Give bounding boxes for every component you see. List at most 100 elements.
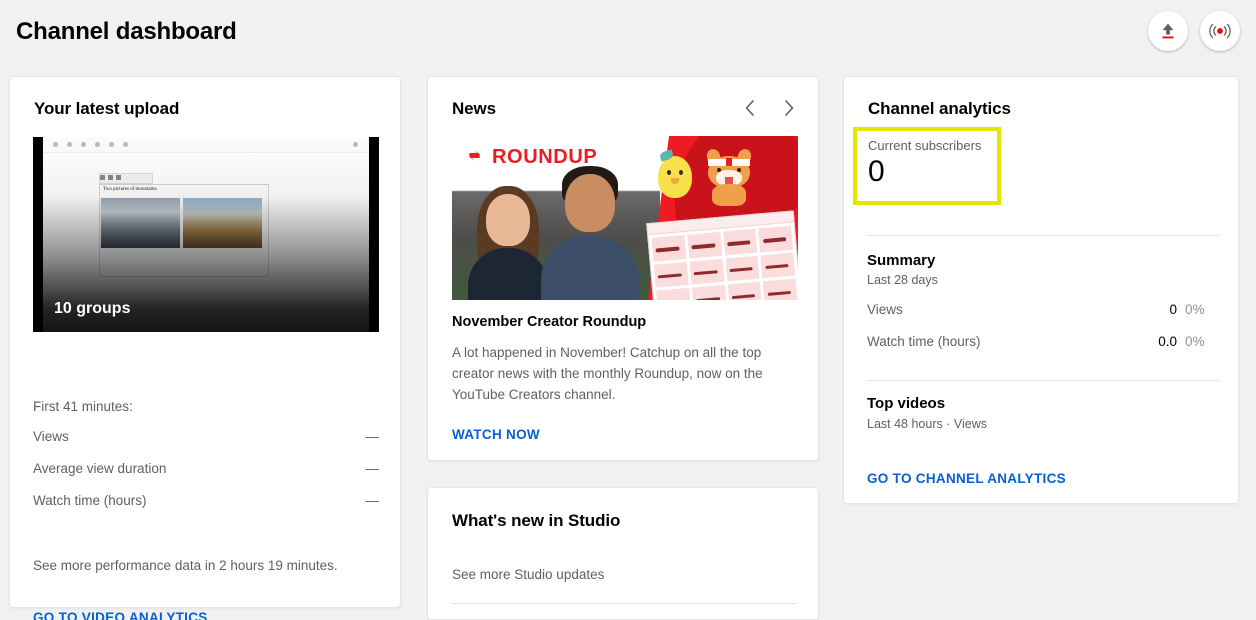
whats-new-divider bbox=[452, 603, 796, 604]
shiba-eye-left bbox=[717, 168, 721, 172]
news-next-button[interactable] bbox=[778, 97, 800, 119]
channel-analytics-title: Channel analytics bbox=[868, 99, 1011, 118]
broadcast-icon bbox=[1209, 23, 1231, 39]
go-live-button[interactable] bbox=[1200, 11, 1240, 51]
editor-toolbar bbox=[43, 137, 369, 153]
block-toolbar-icons bbox=[100, 175, 121, 180]
metric-row-views: Views — bbox=[33, 426, 379, 446]
calendar-grid bbox=[651, 225, 798, 300]
news-thumbnail[interactable]: ROUNDUP bbox=[452, 136, 798, 300]
editor-blocks-icon bbox=[123, 142, 128, 147]
calendar-cell bbox=[725, 255, 760, 282]
chevron-right-icon bbox=[784, 100, 793, 116]
news-body-text: A lot happened in November! Catchup on a… bbox=[452, 345, 763, 403]
metric-label: Watch time (hours) bbox=[33, 492, 147, 508]
upload-icon bbox=[1162, 23, 1174, 39]
editor-redo-icon bbox=[95, 142, 100, 147]
calendar-cell bbox=[762, 278, 798, 300]
shiba-eye-right bbox=[737, 168, 741, 172]
metric-value: — bbox=[365, 492, 380, 508]
thumbnail-overlay-label: 10 groups bbox=[54, 300, 131, 317]
man-torso bbox=[541, 236, 639, 300]
whats-new-card: What's new in Studio See more Studio upd… bbox=[427, 487, 819, 620]
editor-info-icon bbox=[109, 142, 114, 147]
page-header: Channel dashboard bbox=[0, 0, 1256, 66]
latest-upload-card: Your latest upload Two pictures of mount… bbox=[9, 76, 401, 620]
analytics-divider-bottom bbox=[867, 380, 1219, 381]
document-caption: Two pictures of mountains. bbox=[103, 187, 158, 192]
chick-beak bbox=[671, 178, 679, 184]
news-headline[interactable]: November Creator Roundup bbox=[452, 314, 798, 330]
chick-eye-right bbox=[679, 170, 683, 175]
summary-row-label: Views bbox=[867, 302, 903, 317]
calendar-cell bbox=[758, 225, 794, 253]
go-to-video-analytics-link[interactable]: GO TO VIDEO ANALYTICS bbox=[33, 610, 208, 620]
dashboard-page: Channel dashboard Your latest upload Two… bbox=[0, 0, 1256, 620]
summary-row-views: Views 0 0% bbox=[867, 302, 1219, 320]
thumbnail-right-bar bbox=[369, 137, 379, 332]
editor-back-icon bbox=[53, 142, 58, 147]
news-navigation bbox=[738, 97, 800, 119]
metric-label: Views bbox=[33, 428, 69, 444]
top-videos-title: Top videos bbox=[867, 395, 946, 412]
editor-undo-icon bbox=[81, 142, 86, 147]
metric-row-avg-view-duration: Average view duration — bbox=[33, 458, 379, 478]
calendar-cell bbox=[760, 252, 796, 279]
mountain-photo-left bbox=[101, 198, 180, 248]
calendar-cell bbox=[689, 258, 725, 285]
performance-note: See more performance data in 2 hours 19 … bbox=[33, 558, 338, 573]
channel-analytics-card: Channel analytics Current subscribers 0 … bbox=[843, 76, 1239, 504]
header-actions bbox=[1148, 11, 1240, 51]
page-title: Channel dashboard bbox=[16, 18, 237, 45]
news-person-man bbox=[538, 162, 642, 300]
watch-now-link[interactable]: WATCH NOW bbox=[452, 427, 540, 442]
summary-row-percent: 0% bbox=[1185, 334, 1205, 349]
summary-title: Summary bbox=[867, 252, 936, 269]
metric-value: — bbox=[365, 428, 380, 444]
summary-row-watch-time: Watch time (hours) 0.0 0% bbox=[867, 334, 1219, 352]
latest-upload-title: Your latest upload bbox=[34, 99, 180, 118]
roundup-logo-icon bbox=[468, 150, 481, 161]
chick-leaf bbox=[659, 149, 674, 162]
latest-upload-thumbnail[interactable]: Two pictures of mountains. 10 groups bbox=[33, 137, 379, 332]
metric-label: Average view duration bbox=[33, 460, 167, 476]
calendar-cell bbox=[651, 235, 687, 262]
chick-eye-left bbox=[667, 170, 671, 175]
analytics-divider-top bbox=[867, 235, 1219, 236]
summary-row-value: 0 bbox=[1169, 302, 1177, 317]
current-subscribers-label: Current subscribers bbox=[868, 138, 982, 153]
calendar-cell bbox=[687, 231, 722, 259]
top-videos-subtitle: Last 48 hours · Views bbox=[867, 417, 987, 431]
upload-video-button[interactable] bbox=[1148, 11, 1188, 51]
roundup-wordmark: ROUNDUP bbox=[492, 146, 598, 168]
calendar-cell bbox=[722, 228, 758, 256]
first-minutes-label: First 41 minutes: bbox=[33, 399, 133, 414]
editor-add-icon bbox=[67, 142, 72, 147]
calendar-cell bbox=[656, 288, 691, 300]
summary-row-value: 0.0 bbox=[1158, 334, 1177, 349]
calendar-cell bbox=[653, 261, 689, 288]
calendar-cell bbox=[727, 281, 763, 300]
thumbnail-left-bar bbox=[33, 137, 43, 332]
news-title: News bbox=[452, 99, 497, 118]
woman-face bbox=[486, 194, 530, 246]
news-card: News ROUNDUP November Creator Roundup A … bbox=[427, 76, 819, 461]
summary-row-percent: 0% bbox=[1185, 302, 1205, 317]
calendar-cell bbox=[691, 285, 727, 300]
editor-settings-icon bbox=[353, 142, 358, 147]
see-more-studio-updates-link[interactable]: See more Studio updates bbox=[452, 567, 604, 582]
shiba-headband-dot bbox=[726, 158, 732, 166]
chick-character-icon bbox=[658, 149, 692, 198]
summary-subtitle: Last 28 days bbox=[867, 273, 938, 287]
news-prev-button[interactable] bbox=[738, 97, 760, 119]
mountain-photo-right bbox=[183, 198, 262, 248]
chevron-left-icon bbox=[745, 100, 754, 116]
shiba-body bbox=[712, 184, 746, 206]
metric-value: — bbox=[365, 460, 380, 476]
summary-row-label: Watch time (hours) bbox=[867, 334, 981, 349]
man-face bbox=[565, 174, 615, 232]
calendar-graphic bbox=[646, 210, 798, 300]
shiba-character-icon bbox=[704, 147, 754, 206]
current-subscribers-value: 0 bbox=[868, 155, 885, 188]
go-to-channel-analytics-link[interactable]: GO TO CHANNEL ANALYTICS bbox=[867, 471, 1066, 486]
